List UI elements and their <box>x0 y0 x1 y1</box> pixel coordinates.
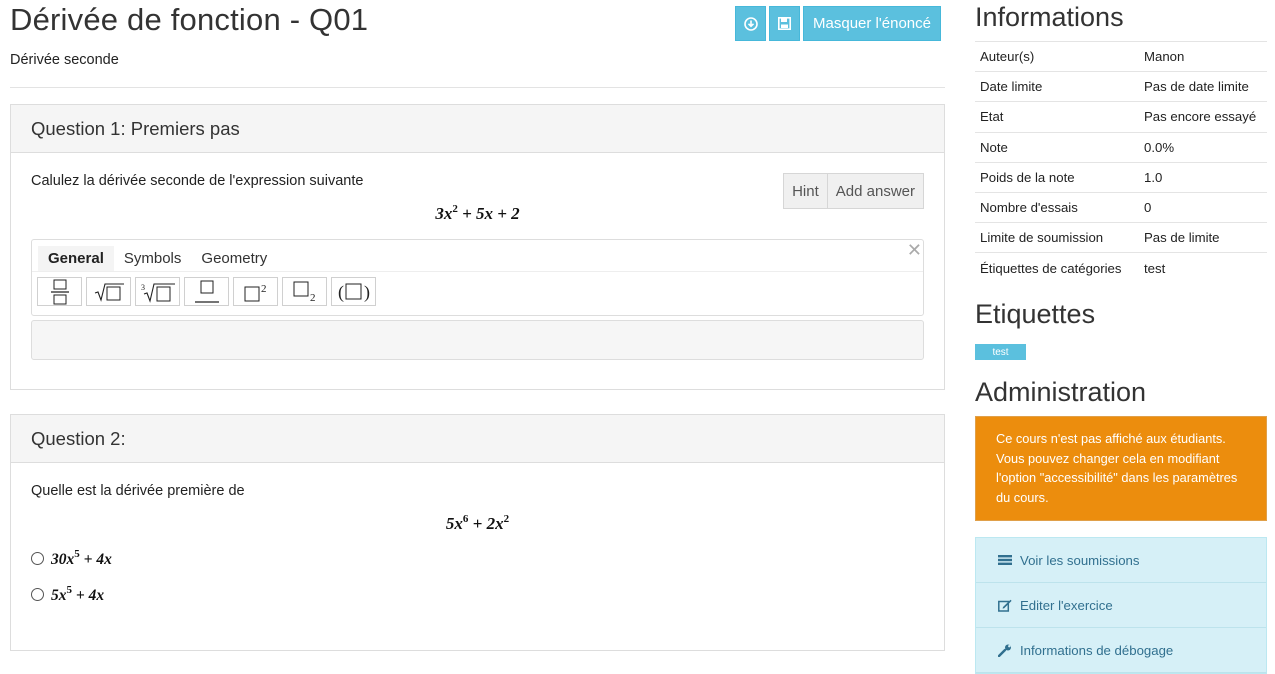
visibility-alert: Ce cours n'est pas affiché aux étudiants… <box>975 416 1267 521</box>
svg-text:): ) <box>364 282 370 303</box>
overline-button[interactable] <box>184 277 229 306</box>
question-2-expression: 5x6 + 2x2 <box>445 513 510 533</box>
tags-title: Etiquettes <box>975 299 1096 329</box>
subscript-button[interactable]: 2 <box>282 277 327 306</box>
parentheses-icon: ( ) <box>338 282 370 303</box>
hint-button-group: Hint Add answer <box>783 173 924 209</box>
symbol-toolbar: 3 2 2 () <box>32 272 923 306</box>
superscript-button[interactable]: 2 <box>233 277 278 306</box>
save-button[interactable] <box>769 6 800 41</box>
svg-text:2: 2 <box>261 283 267 295</box>
add-answer-button[interactable]: Add answer <box>827 173 924 209</box>
download-button[interactable] <box>735 6 766 41</box>
choice-2-label: 5x5 + 4x <box>51 583 105 604</box>
info-table: Auteur(s) Manon Date limite Pas de date li… <box>975 41 1267 283</box>
editor-tabs: General Symbols Geometry <box>32 240 923 272</box>
svg-text:2: 2 <box>310 292 316 303</box>
choice-1-label: 30x5 + 4x <box>51 547 112 568</box>
info-row: Date limite Pas de date limite <box>975 71 1267 102</box>
fraction-icon <box>50 279 69 304</box>
hint-button[interactable]: Hint <box>783 173 828 209</box>
view-submissions-label: Voir les soumissions <box>1020 552 1140 568</box>
info-row: Auteur(s) Manon <box>975 41 1267 72</box>
parentheses-button[interactable]: ( ) <box>331 277 376 306</box>
tab-general[interactable]: General <box>38 246 114 271</box>
choice-2[interactable]: 5x5 + 4x <box>31 576 924 612</box>
divider <box>10 87 945 88</box>
info-row: Etat Pas encore essayé <box>975 101 1267 132</box>
sqrt-icon <box>94 282 124 302</box>
info-title: Informations <box>975 2 1124 32</box>
sqrt-button[interactable] <box>86 277 131 306</box>
question-1-body: Calulez la dérivée seconde de l'expressi… <box>11 153 944 380</box>
info-row: Note 0.0% <box>975 132 1267 162</box>
hide-statement-button[interactable]: Masquer l'énoncé <box>803 6 941 41</box>
download-icon <box>743 16 758 31</box>
close-icon[interactable]: ✕ <box>907 240 922 261</box>
answer-field[interactable] <box>31 320 924 360</box>
task-toolbar: Masquer l'énoncé <box>735 6 941 41</box>
svg-text:(: ( <box>338 282 344 303</box>
debug-info-link[interactable]: Informations de débogage <box>976 628 1266 673</box>
edit-task-label: Editer l'exercice <box>1020 597 1113 613</box>
view-submissions-link[interactable]: Voir les soumissions <box>976 538 1266 583</box>
page-title: Dérivée de fonction - Q01 <box>10 2 369 37</box>
question-1-heading: Question 1: Premiers pas <box>11 105 944 153</box>
info-row: Limite de soumission Pas de limite <box>975 222 1267 253</box>
question-2-heading: Question 2: <box>11 415 944 463</box>
edit-task-link[interactable]: Editer l'exercice <box>976 583 1266 628</box>
cube-root-icon: 3 <box>141 283 175 303</box>
info-row: Nombre d'essais 0 <box>975 192 1267 222</box>
choice-1-radio[interactable] <box>31 551 44 565</box>
question-2-text: Quelle est la dérivée première de <box>31 483 245 499</box>
info-row: Poids de la note 1.0 <box>975 162 1267 192</box>
list-icon <box>998 555 1012 565</box>
subscript-icon: 2 <box>293 281 316 303</box>
tab-symbols[interactable]: Symbols <box>114 246 192 271</box>
cube-root-button[interactable]: 3 <box>135 277 180 306</box>
question-1-panel: Question 1: Premiers pas Calulez la déri… <box>10 104 945 390</box>
tab-geometry[interactable]: Geometry <box>191 246 277 271</box>
wrench-icon <box>998 644 1011 657</box>
question-2-body: Quelle est la dérivée première de 5x6 + … <box>11 463 944 632</box>
admin-title: Administration <box>975 377 1147 407</box>
tag-badge[interactable]: test <box>975 344 1026 360</box>
page-subtitle: Dérivée seconde <box>10 52 119 68</box>
info-row: Étiquettes de catégories test <box>975 252 1267 283</box>
choice-1[interactable]: 30x5 + 4x <box>31 540 924 576</box>
svg-text:3: 3 <box>141 283 145 292</box>
admin-menu: Voir les soumissions Editer l'exercice I… <box>975 537 1267 674</box>
math-editor: General Symbols Geometry ✕ 3 2 2 () <box>31 239 924 316</box>
debug-info-label: Informations de débogage <box>1020 642 1174 658</box>
choice-2-radio[interactable] <box>31 587 44 601</box>
superscript-icon: 2 <box>244 283 267 301</box>
save-icon <box>778 17 791 30</box>
fraction-button[interactable] <box>37 277 82 306</box>
overline-icon <box>194 280 219 303</box>
edit-icon <box>998 599 1012 612</box>
question-2-panel: Question 2: Quelle est la dérivée premiè… <box>10 414 945 651</box>
